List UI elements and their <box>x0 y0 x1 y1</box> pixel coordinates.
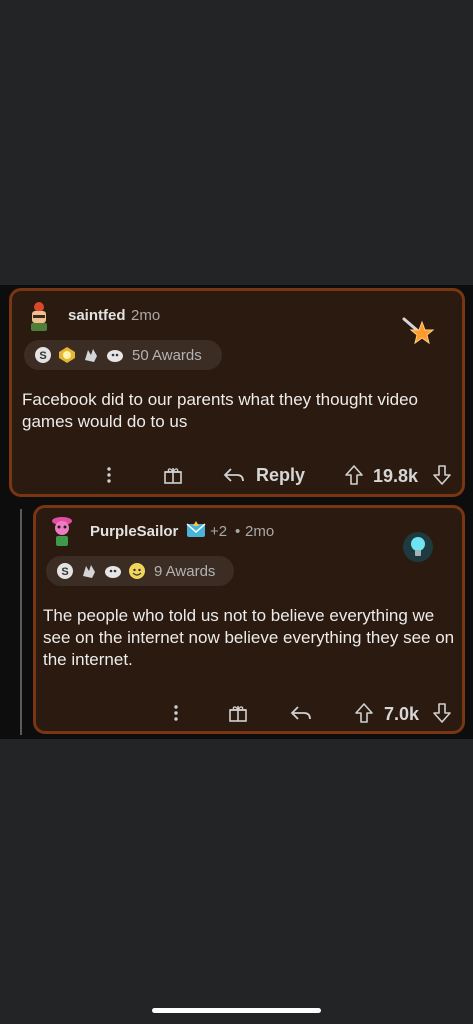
more-options-button[interactable] <box>169 703 183 723</box>
upvote-button[interactable] <box>354 702 374 724</box>
hand-award-icon <box>82 346 100 364</box>
give-award-button[interactable] <box>162 464 184 486</box>
downvote-button[interactable] <box>432 702 452 724</box>
silver-award-icon: S <box>56 562 74 580</box>
ghost-award-icon <box>106 346 124 364</box>
vote-score: 7.0k <box>384 704 420 724</box>
comment-body: Facebook did to our parents what they th… <box>22 390 418 431</box>
top-blank-area <box>0 0 473 285</box>
more-vertical-icon <box>107 467 111 483</box>
more-vertical-icon <box>174 705 178 721</box>
username[interactable]: saintfed <box>68 307 126 324</box>
comment-card-purplesailor[interactable]: PurpleSailor +2 • 2mo S 9 Awards The peo… <box>33 505 465 734</box>
upvote-arrow-icon <box>355 703 373 723</box>
reply-button[interactable] <box>289 702 313 724</box>
comment-body: The people who told us not to believe ev… <box>43 606 455 669</box>
awards-pill[interactable]: S 9 Awards <box>46 556 234 586</box>
lightbulb-icon <box>401 530 435 564</box>
avatar[interactable] <box>49 515 75 549</box>
awards-count: 50 Awards <box>132 346 202 364</box>
upvote-button[interactable] <box>344 464 364 486</box>
avatar[interactable] <box>24 299 54 333</box>
gift-icon <box>229 706 247 722</box>
gold-award-icon <box>58 346 76 364</box>
user-flair-icon <box>185 521 207 546</box>
smiley-award-icon <box>128 562 146 580</box>
bottom-blank-area <box>0 739 473 1024</box>
reply-button[interactable]: Reply <box>222 464 305 486</box>
timestamp: 2mo <box>131 307 161 324</box>
svg-text:S: S <box>39 350 46 362</box>
silver-award-icon: S <box>34 346 52 364</box>
timestamp: 2mo <box>245 523 275 540</box>
downvote-button[interactable] <box>432 464 452 486</box>
gift-icon <box>164 468 182 484</box>
downvote-arrow-icon <box>433 465 451 485</box>
awards-count: 9 Awards <box>154 562 216 580</box>
flair-extra: +2 <box>210 523 228 540</box>
reply-label: Reply <box>256 464 306 485</box>
give-award-button[interactable] <box>227 702 249 724</box>
comment-card-saintfed[interactable]: saintfed 2mo S 50 Awards Facebook did to… <box>9 288 465 497</box>
thread-line[interactable] <box>20 509 22 735</box>
awards-pill[interactable]: S 50 Awards <box>24 340 222 370</box>
reply-icon <box>223 468 244 482</box>
hand-award-icon <box>80 562 98 580</box>
upvote-arrow-icon <box>345 465 363 485</box>
shooting-star-icon <box>400 313 436 349</box>
home-indicator[interactable] <box>152 1008 321 1013</box>
vote-score: 19.8k <box>373 466 419 486</box>
svg-text:S: S <box>61 566 68 578</box>
ghost-award-icon <box>104 562 122 580</box>
more-options-button[interactable] <box>102 465 116 485</box>
username[interactable]: PurpleSailor <box>90 523 178 540</box>
downvote-arrow-icon <box>433 703 451 723</box>
reply-icon <box>290 706 311 720</box>
separator-dot: • <box>235 523 241 540</box>
